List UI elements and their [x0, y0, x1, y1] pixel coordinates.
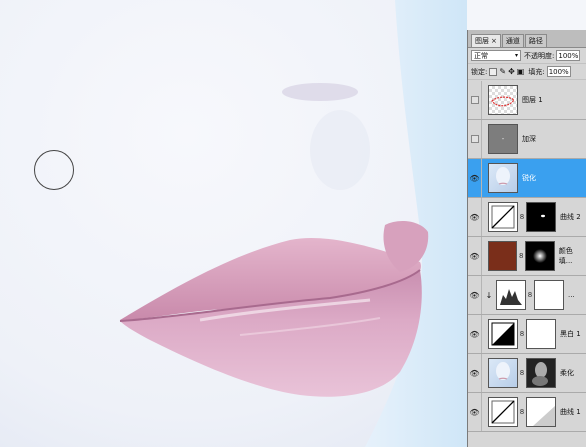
chevron-down-icon: ▾ — [514, 52, 518, 59]
black-white-icon — [491, 322, 515, 346]
tab-layers-label: 图层 — [475, 37, 489, 45]
chain-link-icon[interactable]: 8 — [526, 291, 534, 299]
lock-move-icon[interactable]: ✥ — [508, 67, 515, 76]
eye-icon: 👁 — [469, 173, 480, 183]
brush-cursor — [34, 150, 74, 190]
layers-panel: 图层 × 通道 路径 正常 ▾ 不透明度: 100% 锁定: ✎ ✥ ▣ 填充: … — [467, 30, 586, 447]
face-thumb-icon — [496, 167, 510, 185]
layer-mask-thumbnail[interactable] — [526, 358, 556, 388]
chain-link-icon[interactable]: 8 — [518, 213, 526, 221]
layer-mask-thumbnail[interactable] — [526, 319, 556, 349]
layer-row[interactable]: 👁 8 曲线 1 — [468, 393, 586, 432]
layer-mask-thumbnail[interactable] — [526, 202, 556, 232]
layer-thumbnail — [488, 85, 518, 115]
image-canvas[interactable] — [0, 0, 467, 447]
visibility-toggle[interactable]: 👁 — [468, 159, 482, 197]
layer-name: 锐化 — [522, 174, 536, 182]
visibility-toggle[interactable]: 👁 — [468, 276, 482, 314]
layer-thumbnail: - — [488, 124, 518, 154]
tab-layers[interactable]: 图层 × — [471, 34, 501, 47]
chain-link-icon[interactable]: 8 — [517, 252, 525, 260]
eye-icon: 👁 — [469, 212, 480, 222]
opacity-label: 不透明度: — [524, 51, 555, 60]
blend-mode-select[interactable]: 正常 ▾ — [471, 50, 521, 61]
layer-mask-thumbnail[interactable] — [525, 241, 555, 271]
layer-name: 图层 1 — [522, 96, 543, 104]
layer-row[interactable]: 👁 8 柔化 — [468, 354, 586, 393]
panel-tabs: 图层 × 通道 路径 — [468, 30, 586, 48]
layer-name: 曲线 1 — [560, 408, 581, 416]
layer-row-selected[interactable]: 👁 锐化 — [468, 159, 586, 198]
color-fill-thumbnail — [487, 241, 518, 271]
tab-paths[interactable]: 路径 — [524, 34, 547, 47]
visibility-toggle[interactable]: 👁 — [468, 315, 482, 353]
hidden-box-icon — [470, 135, 479, 143]
hidden-box-icon — [470, 96, 479, 104]
visibility-toggle[interactable]: 👁 — [468, 198, 482, 236]
tab-channels-label: 通道 — [505, 37, 520, 45]
layer-row[interactable]: 👁 8 黑白 1 — [468, 315, 586, 354]
layer-row[interactable]: 👁 ↓ 8 ... — [468, 276, 586, 315]
layer-mask-thumbnail[interactable] — [534, 280, 564, 310]
eye-icon: 👁 — [469, 329, 480, 339]
eye-icon: 👁 — [469, 290, 480, 300]
mask-glow-icon — [533, 249, 548, 263]
layer-row[interactable]: - 加深 — [468, 120, 586, 159]
lips-photo — [0, 0, 467, 447]
face-thumb-icon — [496, 362, 510, 380]
fill-input[interactable]: 100% — [546, 66, 571, 77]
clip-arrow-icon: ↓ — [485, 290, 493, 300]
visibility-toggle[interactable] — [468, 120, 482, 158]
layer-name: 加深 — [522, 135, 536, 143]
fill-label: 填充: — [528, 67, 545, 76]
opacity-input[interactable]: 100% — [556, 50, 581, 61]
chain-link-icon[interactable]: 8 — [518, 369, 526, 377]
eye-icon: 👁 — [469, 407, 480, 417]
curves-adjustment-thumbnail — [488, 397, 518, 427]
visibility-toggle[interactable] — [468, 81, 482, 119]
lips-outline-icon — [491, 96, 515, 107]
lock-label: 锁定: — [471, 67, 488, 76]
chain-link-icon[interactable]: 8 — [518, 330, 526, 338]
layer-thumbnail — [488, 163, 518, 193]
levels-adjustment-thumbnail — [496, 280, 526, 310]
mask-dot-icon — [541, 214, 545, 218]
blend-mode-value: 正常 — [474, 51, 488, 60]
lock-transparent-icon[interactable] — [489, 67, 498, 76]
layer-row[interactable]: 👁 8 曲线 2 — [468, 198, 586, 237]
mask-face-icon — [532, 362, 548, 386]
layer-name: 颜色填... — [558, 247, 573, 265]
layers-list: 图层 1 - 加深 👁 锐化 👁 8 曲线 2 👁 8 颜色填... 👁 ↓ 8… — [468, 81, 586, 447]
visibility-toggle[interactable]: 👁 — [468, 354, 482, 392]
layer-mask-thumbnail[interactable] — [526, 397, 556, 427]
layer-row[interactable]: 👁 8 颜色填... — [468, 237, 586, 276]
layer-thumbnail — [488, 358, 518, 388]
eye-icon: 👁 — [469, 251, 480, 261]
mask-gradient-icon — [533, 406, 555, 426]
tab-channels[interactable]: 通道 — [501, 34, 524, 47]
visibility-toggle[interactable]: 👁 — [468, 237, 482, 275]
curves-icon — [491, 205, 515, 229]
layer-row[interactable]: 图层 1 — [468, 81, 586, 120]
layer-name: 柔化 — [560, 369, 574, 377]
black-white-adjustment-thumbnail — [488, 319, 518, 349]
levels-icon — [500, 289, 522, 305]
layer-name: 黑白 1 — [560, 330, 581, 338]
tab-paths-label: 路径 — [528, 37, 543, 45]
chain-link-icon[interactable]: 8 — [518, 408, 526, 416]
curves-icon — [491, 400, 515, 424]
layer-name: ... — [568, 291, 575, 299]
eye-icon: 👁 — [469, 368, 480, 378]
lock-all-icon[interactable]: ▣ — [517, 67, 525, 76]
visibility-toggle[interactable]: 👁 — [468, 393, 482, 431]
thumb-mark: - — [501, 135, 505, 143]
lock-brush-icon[interactable]: ✎ — [499, 67, 506, 76]
curves-adjustment-thumbnail — [488, 202, 518, 232]
blend-row: 正常 ▾ 不透明度: 100% — [468, 48, 586, 64]
close-icon[interactable]: × — [491, 37, 497, 45]
layer-name: 曲线 2 — [560, 213, 581, 221]
lock-row: 锁定: ✎ ✥ ▣ 填充: 100% — [468, 64, 586, 80]
